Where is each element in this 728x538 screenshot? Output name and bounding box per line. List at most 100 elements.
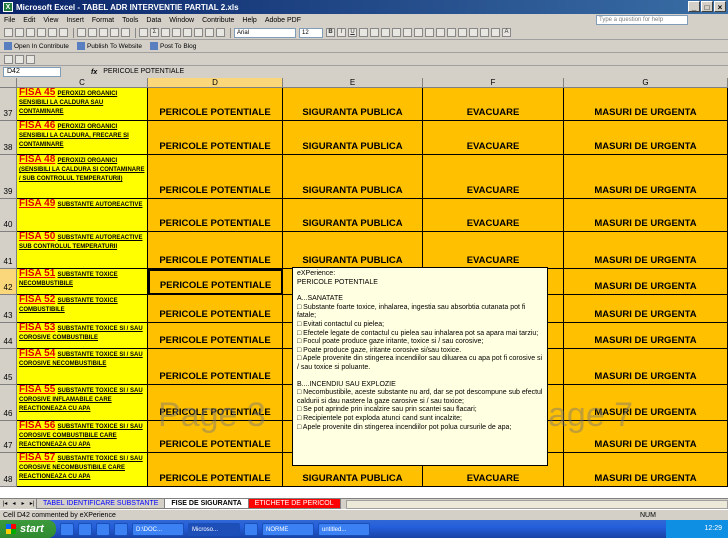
taskbar-item[interactable]: untitled...	[318, 522, 370, 536]
open-in-contribute-button[interactable]: Open In Contribute	[4, 42, 69, 50]
row-header[interactable]: 45	[0, 349, 17, 385]
drawing-icon[interactable]	[194, 28, 203, 37]
increase-decimal-icon[interactable]	[436, 28, 445, 37]
taskbar-item[interactable]: NORME	[262, 522, 314, 536]
masuri-cell[interactable]: MASURI DE URGENTA	[564, 232, 728, 269]
column-header-d[interactable]: D	[148, 78, 283, 88]
row-header[interactable]: 42	[0, 269, 17, 295]
masuri-cell[interactable]: MASURI DE URGENTA	[564, 155, 728, 199]
evacuare-cell[interactable]: EVACUARE	[423, 199, 564, 232]
masuri-cell[interactable]: MASURI DE URGENTA	[564, 453, 728, 487]
comma-icon[interactable]	[425, 28, 434, 37]
fisa-cell[interactable]: FISA 57 SUBSTANTE TOXICE SI / SAU COROSI…	[17, 453, 148, 487]
function-icon[interactable]: fx	[91, 69, 97, 76]
pericole-cell[interactable]: PERICOLE POTENTIALE	[148, 421, 283, 453]
column-header-c[interactable]: C	[17, 78, 148, 88]
masuri-cell[interactable]: MASURI DE URGENTA	[564, 349, 728, 385]
siguranta-cell[interactable]: SIGURANTA PUBLICA	[283, 88, 423, 121]
help-icon[interactable]	[216, 28, 225, 37]
evacuare-cell[interactable]: EVACUARE	[423, 232, 564, 269]
row-header[interactable]: 47	[0, 421, 17, 453]
fisa-cell[interactable]: FISA 51 SUBSTANTE TOXICE NECOMBUSTIBILE	[17, 269, 148, 295]
align-right-icon[interactable]	[381, 28, 390, 37]
pericole-cell[interactable]: PERICOLE POTENTIALE	[148, 453, 283, 487]
row-header[interactable]: 39	[0, 155, 17, 199]
underline-icon[interactable]: U	[348, 28, 357, 37]
menu-tools[interactable]: Tools	[122, 17, 138, 24]
fisa-cell[interactable]: FISA 46 PEROXIZI ORGANICI SENSIBILI LA C…	[17, 121, 148, 155]
pericole-cell[interactable]: PERICOLE POTENTIALE	[148, 88, 283, 121]
menu-help[interactable]: Help	[242, 17, 256, 24]
fill-color-icon[interactable]	[491, 28, 500, 37]
prev-sheet-icon[interactable]: ◂	[10, 500, 18, 508]
formula-input[interactable]: PERICOLE POTENTIALE	[103, 67, 184, 77]
percent-icon[interactable]	[414, 28, 423, 37]
taskbar-item[interactable]: Microso...	[188, 522, 240, 536]
publish-to-website-button[interactable]: Publish To Website	[76, 42, 142, 50]
siguranta-cell[interactable]: SIGURANTA PUBLICA	[283, 232, 423, 269]
menu-contribute[interactable]: Contribute	[202, 17, 234, 24]
fisa-cell[interactable]: FISA 56 SUBSTANTE TOXICE SI / SAU COROSI…	[17, 421, 148, 453]
italic-icon[interactable]: I	[337, 28, 346, 37]
masuri-cell[interactable]: MASURI DE URGENTA	[564, 269, 728, 295]
hyperlink-icon[interactable]	[139, 28, 148, 37]
menu-adobe-pdf[interactable]: Adobe PDF	[265, 17, 301, 24]
fisa-cell[interactable]: FISA 52 SUBSTANTE TOXICE COMBUSTIBILE	[17, 295, 148, 323]
undo-icon[interactable]	[110, 28, 119, 37]
start-button[interactable]: start	[0, 520, 56, 538]
close-button[interactable]: ×	[714, 1, 726, 12]
preview-icon[interactable]	[48, 28, 57, 37]
menu-file[interactable]: File	[4, 17, 15, 24]
sort-ascending-icon[interactable]	[161, 28, 170, 37]
align-left-icon[interactable]	[359, 28, 368, 37]
fisa-cell[interactable]: FISA 54 SUBSTANTE TOXICE SI / SAU COROSI…	[17, 349, 148, 385]
row-header[interactable]: 48	[0, 453, 17, 487]
fisa-cell[interactable]: FISA 48 PEROXIZI ORGANICI (SENSIBILI LA …	[17, 155, 148, 199]
siguranta-cell[interactable]: SIGURANTA PUBLICA	[283, 121, 423, 155]
paste-icon[interactable]	[99, 28, 108, 37]
pdf-convert-icon[interactable]	[4, 54, 13, 64]
pericole-cell[interactable]: PERICOLE POTENTIALE	[148, 295, 283, 323]
tab-tabel-identificare[interactable]: TABEL IDENTIFICARE SUBSTANTE	[36, 499, 166, 509]
zoom-icon[interactable]	[205, 28, 214, 37]
row-header[interactable]: 43	[0, 295, 17, 323]
print-icon[interactable]	[37, 28, 46, 37]
masuri-cell[interactable]: MASURI DE URGENTA	[564, 121, 728, 155]
pericole-cell[interactable]: PERICOLE POTENTIALE	[148, 269, 283, 295]
menu-data[interactable]: Data	[146, 17, 161, 24]
decrease-indent-icon[interactable]	[458, 28, 467, 37]
row-header[interactable]: 37	[0, 88, 17, 121]
decrease-decimal-icon[interactable]	[447, 28, 456, 37]
pericole-cell[interactable]: PERICOLE POTENTIALE	[148, 155, 283, 199]
first-sheet-icon[interactable]: |◂	[1, 500, 9, 508]
chart-wizard-icon[interactable]	[183, 28, 192, 37]
masuri-cell[interactable]: MASURI DE URGENTA	[564, 199, 728, 232]
menu-view[interactable]: View	[43, 17, 58, 24]
tab-etichete-de-pericol[interactable]: ETICHETE DE PERICOL	[247, 499, 341, 509]
taskbar-item[interactable]	[244, 522, 258, 536]
minimize-button[interactable]: _	[688, 1, 700, 12]
fisa-cell[interactable]: FISA 49 SUBSTANTE AUTOREACTIVE	[17, 199, 148, 232]
spelling-icon[interactable]	[59, 28, 68, 37]
pericole-cell[interactable]: PERICOLE POTENTIALE	[148, 199, 283, 232]
row-header[interactable]: 38	[0, 121, 17, 155]
taskbar-item[interactable]	[78, 522, 92, 536]
horizontal-scrollbar[interactable]	[345, 499, 728, 509]
pericole-cell[interactable]: PERICOLE POTENTIALE	[148, 121, 283, 155]
font-size-select[interactable]: 12	[299, 27, 323, 38]
merge-center-icon[interactable]	[392, 28, 401, 37]
taskbar-item[interactable]	[60, 522, 74, 536]
post-to-blog-button[interactable]: Post To Blog	[149, 42, 196, 50]
pdf-review-icon[interactable]	[26, 54, 35, 64]
masuri-cell[interactable]: MASURI DE URGENTA	[564, 323, 728, 349]
menu-format[interactable]: Format	[92, 17, 114, 24]
name-box[interactable]: D42	[3, 67, 61, 77]
pericole-cell[interactable]: PERICOLE POTENTIALE	[148, 385, 283, 421]
masuri-cell[interactable]: MASURI DE URGENTA	[564, 385, 728, 421]
menu-edit[interactable]: Edit	[23, 17, 35, 24]
pericole-cell[interactable]: PERICOLE POTENTIALE	[148, 323, 283, 349]
fisa-cell[interactable]: FISA 50 SUBSTANTE AUTOREACTIVE SUB CONTR…	[17, 232, 148, 269]
row-header[interactable]: 44	[0, 323, 17, 349]
siguranta-cell[interactable]: SIGURANTA PUBLICA	[283, 199, 423, 232]
masuri-cell[interactable]: MASURI DE URGENTA	[564, 421, 728, 453]
